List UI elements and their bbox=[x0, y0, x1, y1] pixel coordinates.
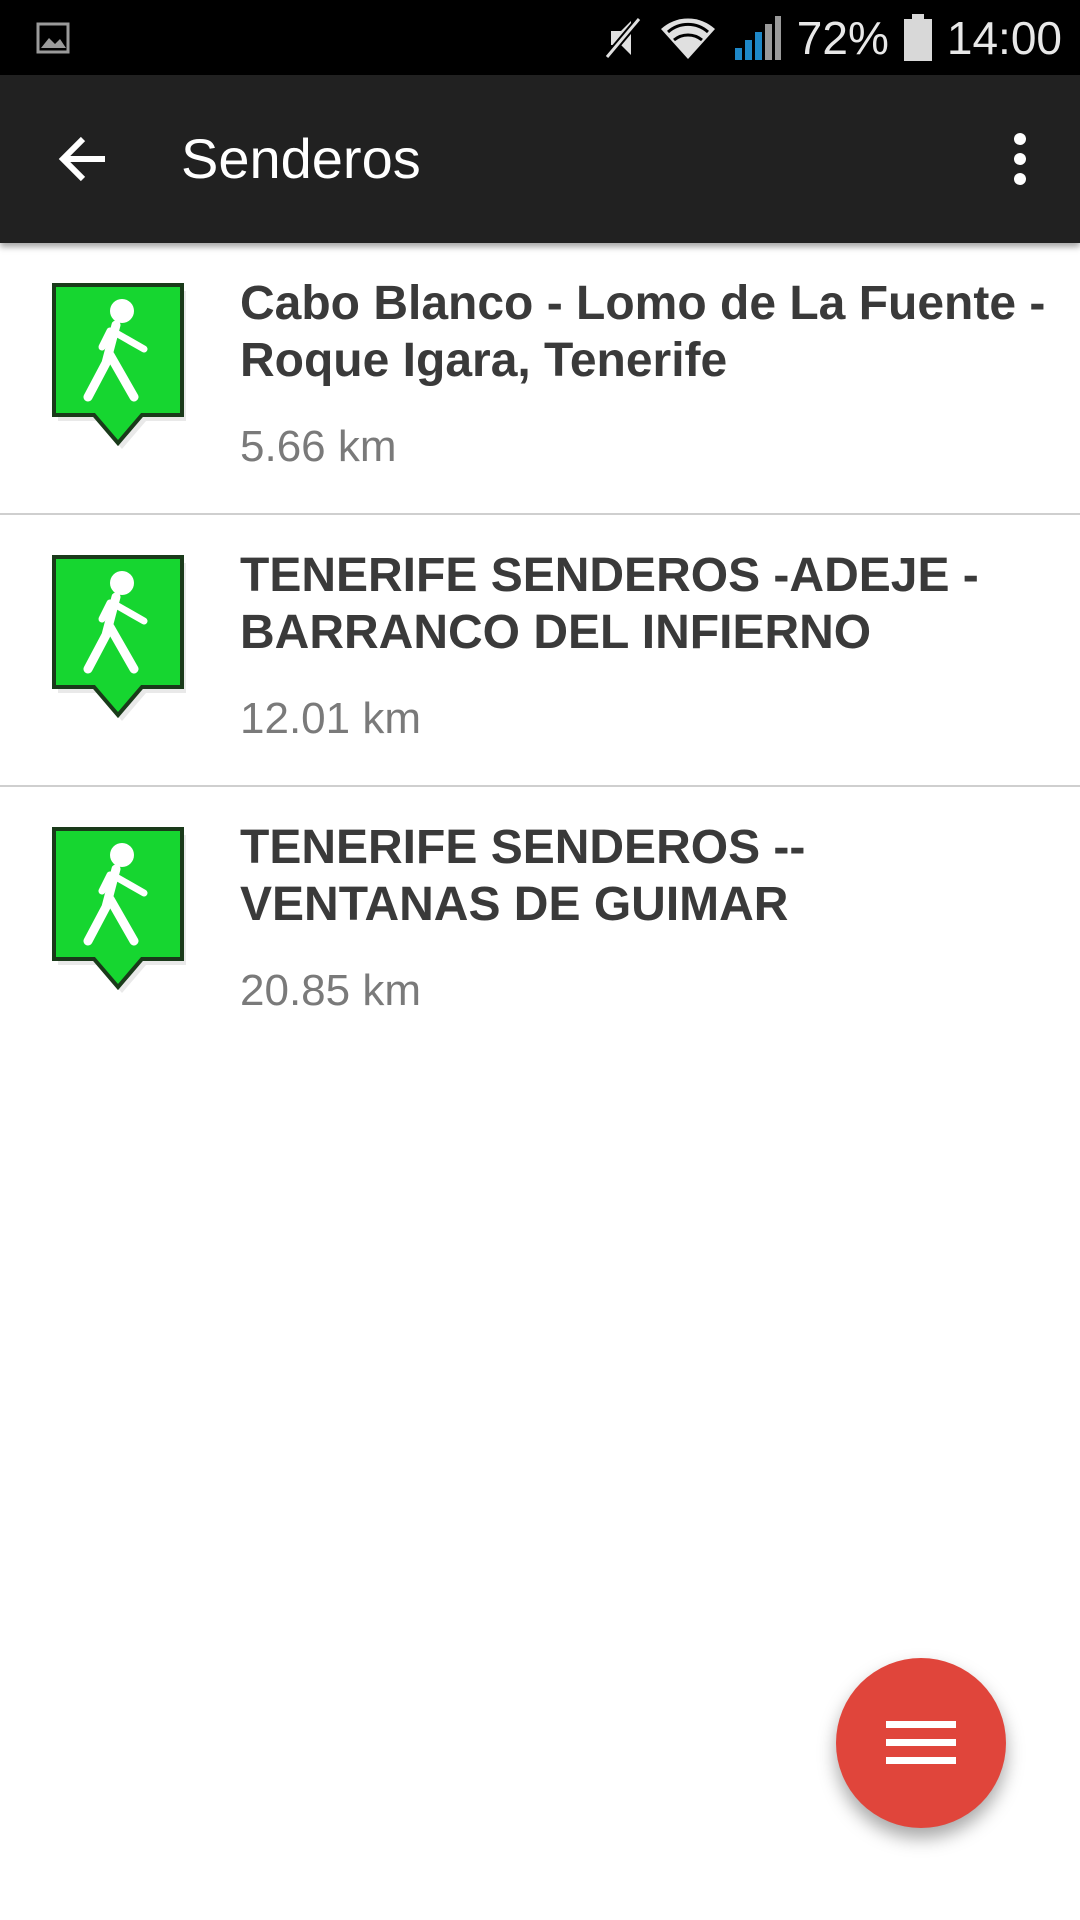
menu-fab-button[interactable] bbox=[836, 1658, 1006, 1828]
hiking-marker-icon bbox=[52, 827, 186, 993]
battery-icon bbox=[903, 13, 932, 61]
hiking-marker-icon bbox=[52, 283, 186, 449]
signal-icon bbox=[734, 15, 781, 60]
battery-percent: 72% bbox=[796, 11, 889, 64]
back-button[interactable] bbox=[38, 119, 128, 199]
menu-icon bbox=[886, 1721, 956, 1764]
overflow-menu-button[interactable] bbox=[990, 119, 1050, 199]
trail-name: Cabo Blanco - Lomo de La Fuente - Roque … bbox=[240, 277, 1046, 387]
list-item[interactable]: Cabo Blanco - Lomo de La Fuente - Roque … bbox=[0, 243, 1080, 515]
hiking-marker-icon bbox=[52, 555, 186, 721]
list-item[interactable]: TENERIFE SENDEROS -- VENTANAS DE GUIMAR … bbox=[0, 787, 1080, 1059]
trail-name: TENERIFE SENDEROS -ADEJE - BARRANCO DEL … bbox=[240, 549, 979, 659]
list-item[interactable]: TENERIFE SENDEROS -ADEJE - BARRANCO DEL … bbox=[0, 515, 1080, 787]
status-bar: 72% 14:00 bbox=[0, 0, 1080, 75]
arrow-back-icon bbox=[58, 136, 105, 182]
page-title: Senderos bbox=[181, 127, 421, 190]
trail-name: TENERIFE SENDEROS -- VENTANAS DE GUIMAR bbox=[240, 821, 806, 931]
trail-list: Cabo Blanco - Lomo de La Fuente - Roque … bbox=[0, 243, 1080, 1059]
more-vert-icon bbox=[1014, 133, 1026, 185]
status-indicators: 72% 14:00 bbox=[601, 0, 1062, 75]
trail-distance: 12.01 km bbox=[240, 694, 421, 743]
wifi-icon bbox=[660, 18, 715, 59]
image-notification-icon bbox=[36, 22, 70, 54]
trail-distance: 20.85 km bbox=[240, 966, 421, 1015]
trail-distance: 5.66 km bbox=[240, 422, 397, 471]
app-bar: Senderos bbox=[0, 75, 1080, 243]
clock: 14:00 bbox=[946, 11, 1062, 64]
mute-icon bbox=[604, 16, 642, 59]
screen: 72% 14:00 Senderos Cabo Blanco - Lomo de… bbox=[0, 0, 1080, 1920]
